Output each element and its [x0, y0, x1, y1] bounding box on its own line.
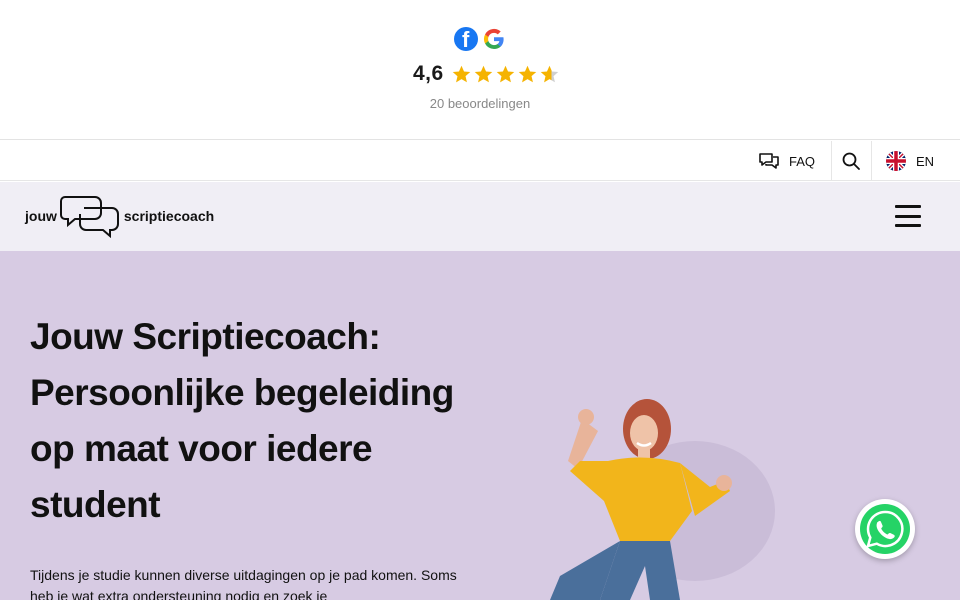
rating-score: 4,6 [413, 62, 444, 85]
hamburger-menu-icon[interactable] [895, 205, 921, 227]
uk-flag-icon [886, 151, 906, 171]
star-icon [474, 65, 492, 82]
site-logo[interactable]: jouw scriptiecoach [25, 194, 214, 238]
chat-bubbles-icon [759, 153, 779, 169]
rating-score-row: 4,6 [413, 62, 560, 86]
rating-section: f 4,6 20 beoordelingen [0, 0, 960, 140]
utility-bar: FAQ EN [0, 141, 960, 181]
student-jumping-photo [550, 399, 775, 600]
speech-bubbles-logo-icon [59, 196, 119, 238]
facebook-icon[interactable]: f [454, 27, 478, 52]
whatsapp-icon [860, 504, 910, 554]
star-icon [452, 65, 470, 82]
divider [871, 141, 872, 181]
search-icon[interactable] [841, 151, 861, 171]
whatsapp-button[interactable] [855, 499, 915, 559]
divider [831, 141, 832, 181]
logo-text-left: jouw [25, 208, 57, 224]
logo-text-right: scriptiecoach [123, 208, 215, 224]
half-star-icon [540, 65, 558, 82]
google-icon[interactable] [482, 27, 506, 51]
faq-label: FAQ [789, 153, 816, 169]
star-rating [451, 64, 560, 85]
star-icon [518, 65, 536, 82]
review-count: 20 beoordelingen [429, 96, 531, 111]
language-label: EN [916, 153, 935, 169]
hero-intro-text: Tijdens je studie kunnen diverse uitdagi… [30, 567, 457, 600]
main-navigation: jouw scriptiecoach [0, 182, 960, 251]
language-switcher[interactable]: EN [886, 141, 934, 181]
review-sources: f [454, 27, 506, 52]
hero-section: Jouw Scriptiecoach: Persoonlijke begelei… [0, 251, 960, 600]
hero-title: Jouw Scriptiecoach: Persoonlijke begelei… [30, 316, 454, 525]
star-icon [496, 65, 514, 82]
faq-link[interactable]: FAQ [758, 141, 815, 181]
